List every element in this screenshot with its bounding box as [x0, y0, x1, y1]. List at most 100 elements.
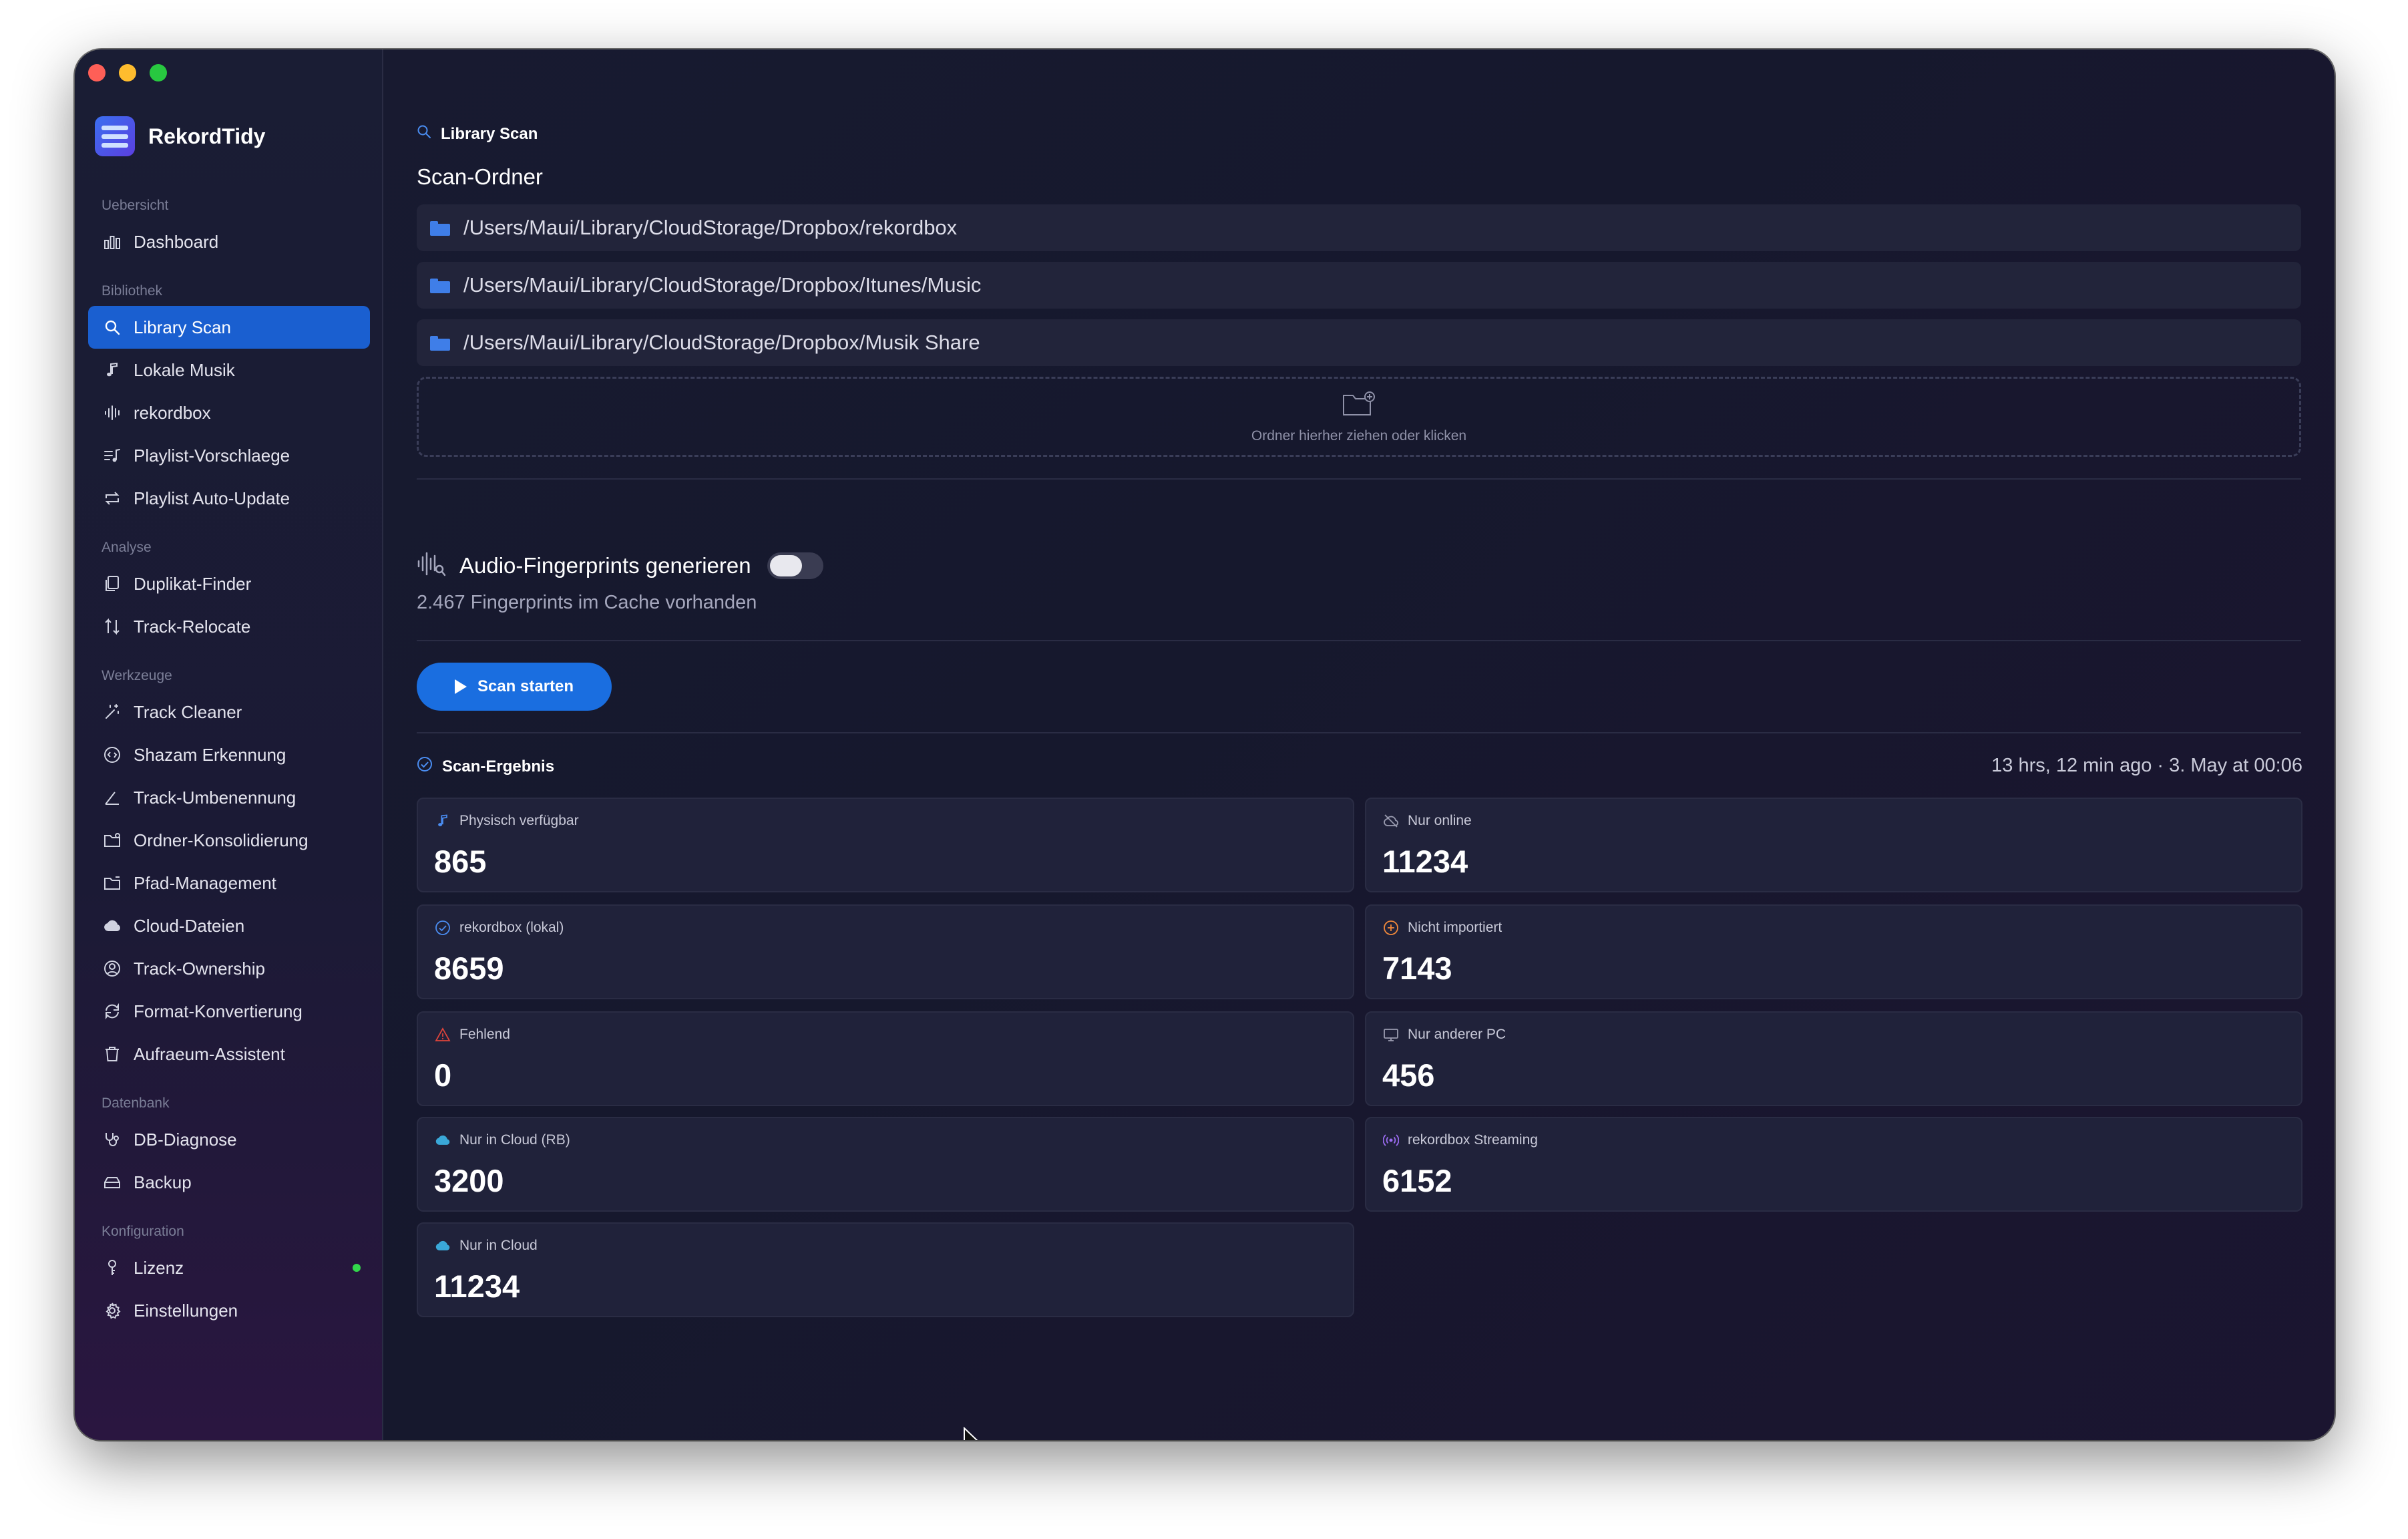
magic-wand-icon — [103, 703, 122, 721]
stat-label-row: Nur online — [1382, 812, 1472, 830]
app-logo — [95, 116, 135, 156]
zoom-window-button[interactable] — [150, 64, 167, 81]
stat-value: 456 — [1382, 1057, 1435, 1093]
divider — [417, 478, 2301, 480]
scan-folder-row[interactable]: /Users/Maui/Library/CloudStorage/Dropbox… — [417, 204, 2301, 251]
key-icon — [103, 1258, 122, 1277]
license-status-dot — [353, 1264, 361, 1272]
stat-card-nur-online[interactable]: Nur online 11234 — [1365, 798, 2302, 892]
stat-label: Nur in Cloud (RB) — [459, 1132, 570, 1148]
stat-label: rekordbox Streaming — [1408, 1132, 1538, 1148]
stat-label-row: rekordbox Streaming — [1382, 1132, 1538, 1149]
person-icon — [103, 959, 122, 978]
search-icon — [103, 318, 122, 337]
page-header: Library Scan — [417, 124, 538, 144]
mouse-cursor — [964, 1427, 978, 1440]
sidebar-item-aufraeum-assistent[interactable]: Aufraeum-Assistent — [88, 1033, 370, 1075]
sidebar-item-label: Aufraeum-Assistent — [134, 1043, 285, 1064]
sidebar-item-shazam-erkennung[interactable]: Shazam Erkennung — [88, 733, 370, 776]
relocate-icon — [103, 617, 122, 636]
cloud-icon — [103, 916, 122, 935]
stat-card-rekordbox-lokal[interactable]: rekordbox (lokal) 8659 — [417, 904, 1354, 999]
stat-card-rekordbox-streaming[interactable]: rekordbox Streaming 6152 — [1365, 1117, 2302, 1212]
stat-card-nicht-importiert[interactable]: Nicht importiert 7143 — [1365, 904, 2302, 999]
sidebar-item-label: Track-Ownership — [134, 958, 265, 979]
sidebar-item-lokale-musik[interactable]: Lokale Musik — [88, 349, 370, 391]
sidebar-section-analyse: Analyse — [102, 540, 152, 555]
sidebar-item-label: Backup — [134, 1172, 192, 1192]
sidebar-item-format-konvertierung[interactable]: Format-Konvertierung — [88, 990, 370, 1033]
stat-label: rekordbox (lokal) — [459, 920, 564, 935]
sidebar-item-label: Shazam Erkennung — [134, 744, 286, 765]
sidebar-item-label: Cloud-Dateien — [134, 915, 245, 936]
stat-card-fehlend[interactable]: Fehlend 0 — [417, 1011, 1354, 1106]
sidebar-item-ordner-konsolidierung[interactable]: Ordner-Konsolidierung — [88, 819, 370, 862]
sidebar-item-cloud-dateien[interactable]: Cloud-Dateien — [88, 904, 370, 947]
sidebar-section-uebersicht: Uebersicht — [102, 198, 169, 213]
stat-label-row: Nur anderer PC — [1382, 1026, 1506, 1043]
stat-label-row: rekordbox (lokal) — [434, 919, 564, 936]
divider — [417, 732, 2301, 733]
scan-result-header: Scan-Ergebnis — [417, 756, 554, 777]
stat-label: Nur anderer PC — [1408, 1027, 1507, 1042]
sidebar-item-db-diagnose[interactable]: DB-Diagnose — [88, 1118, 370, 1161]
close-window-button[interactable] — [88, 64, 106, 81]
sidebar-item-label: Duplikat-Finder — [134, 573, 252, 594]
folder-dropzone[interactable]: Ordner hierher ziehen oder klicken — [417, 377, 2301, 457]
sidebar-item-library-scan[interactable]: Library Scan — [88, 306, 370, 349]
folder-add-icon — [1342, 390, 1376, 421]
sidebar-section-werkzeuge: Werkzeuge — [102, 668, 172, 683]
sidebar-section-konfiguration: Konfiguration — [102, 1224, 184, 1239]
brand: RekordTidy — [95, 116, 265, 156]
bar-chart-icon — [103, 232, 122, 251]
sidebar-item-lizenz[interactable]: Lizenz — [88, 1246, 370, 1289]
repeat-icon — [103, 489, 122, 508]
stat-label-row: Nur in Cloud (RB) — [434, 1132, 570, 1149]
scan-folder-row[interactable]: /Users/Maui/Library/CloudStorage/Dropbox… — [417, 262, 2301, 309]
folder-icon — [430, 277, 450, 293]
sidebar-item-label: Playlist Auto-Update — [134, 488, 290, 508]
folder-path: /Users/Maui/Library/CloudStorage/Dropbox… — [463, 273, 982, 297]
sidebar-item-backup[interactable]: Backup — [88, 1161, 370, 1204]
sidebar-item-label: Lokale Musik — [134, 359, 235, 380]
sidebar-item-track-relocate[interactable]: Track-Relocate — [88, 605, 370, 648]
check-circle-icon — [417, 756, 433, 777]
stat-value: 865 — [434, 844, 487, 879]
sidebar-item-dashboard[interactable]: Dashboard — [88, 220, 370, 263]
stat-label: Nicht importiert — [1408, 920, 1502, 935]
sidebar-item-label: DB-Diagnose — [134, 1129, 237, 1150]
sidebar-item-label: Format-Konvertierung — [134, 1001, 303, 1021]
sidebar-item-pfad-management[interactable]: Pfad-Management — [88, 862, 370, 904]
cloud-icon — [434, 1237, 451, 1254]
stat-card-nur-anderer-pc[interactable]: Nur anderer PC 456 — [1365, 1011, 2302, 1106]
sidebar-item-duplikat-finder[interactable]: Duplikat-Finder — [88, 562, 370, 605]
fingerprint-toggle[interactable] — [767, 552, 823, 579]
minimize-window-button[interactable] — [119, 64, 136, 81]
stat-card-nur-in-cloud[interactable]: Nur in Cloud 11234 — [417, 1222, 1354, 1317]
trash-icon — [103, 1045, 122, 1063]
stat-card-physisch-verf-gbar[interactable]: Physisch verfügbar 865 — [417, 798, 1354, 892]
sidebar-item-track-cleaner[interactable]: Track Cleaner — [88, 691, 370, 733]
sidebar-item-label: Track-Relocate — [134, 616, 251, 637]
stat-label-row: Physisch verfügbar — [434, 812, 579, 830]
stat-label-row: Nur in Cloud — [434, 1237, 538, 1254]
check-circle-icon — [434, 919, 451, 936]
folder-path: /Users/Maui/Library/CloudStorage/Dropbox… — [463, 216, 958, 239]
sidebar-item-einstellungen[interactable]: Einstellungen — [88, 1289, 370, 1332]
start-scan-button[interactable]: Scan starten — [417, 663, 612, 711]
sidebar-item-label: Track-Umbenennung — [134, 787, 296, 808]
sidebar-item-rekordbox[interactable]: rekordbox — [88, 391, 370, 434]
streaming-icon — [1382, 1132, 1400, 1149]
sidebar-item-playlist-auto-update[interactable]: Playlist Auto-Update — [88, 477, 370, 520]
stat-card-nur-in-cloud-rb[interactable]: Nur in Cloud (RB) 3200 — [417, 1117, 1354, 1212]
sidebar-item-playlist-vorschlaege[interactable]: Playlist-Vorschlaege — [88, 434, 370, 477]
stethoscope-icon — [103, 1130, 122, 1149]
toggle-knob — [769, 554, 802, 576]
shazam-icon — [103, 745, 122, 764]
scan-folder-row[interactable]: /Users/Maui/Library/CloudStorage/Dropbox… — [417, 319, 2301, 366]
cloud-icon — [434, 1132, 451, 1149]
sidebar-item-track-umbenennung[interactable]: Track-Umbenennung — [88, 776, 370, 819]
sidebar-item-label: Einstellungen — [134, 1300, 238, 1321]
sidebar: RekordTidy Uebersicht Dashboard Bibliothek… — [75, 49, 383, 1440]
sidebar-item-track-ownership[interactable]: Track-Ownership — [88, 947, 370, 990]
